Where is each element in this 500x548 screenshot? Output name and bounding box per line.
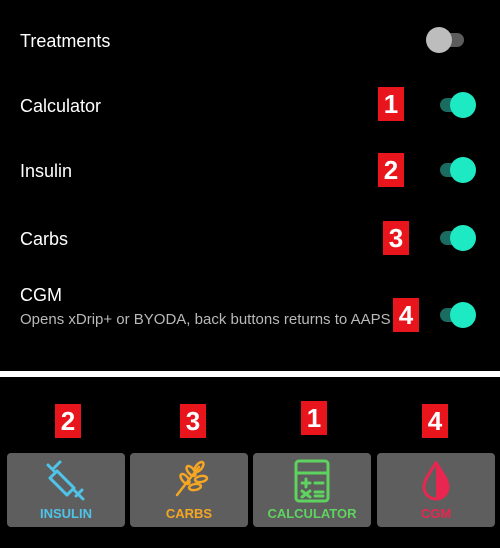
insulin-button-badge: 2 (55, 404, 81, 438)
calculator-button-label: CALCULATOR (267, 506, 357, 521)
calculator-label: Calculator (20, 96, 102, 116)
divider (0, 371, 500, 377)
treatments-label: Treatments (20, 31, 111, 51)
cgm-button-badge: 4 (422, 404, 448, 438)
calculator-button-badge: 1 (301, 401, 327, 435)
carbs-switch[interactable] (436, 225, 476, 251)
calculator-button[interactable]: CALCULATOR (253, 453, 371, 527)
cgm-label: CGM (20, 285, 62, 305)
cgm-button[interactable]: CGM (377, 453, 495, 527)
carbs-button-label: CARBS (165, 506, 213, 521)
syringe-icon (46, 460, 85, 501)
calculator-icon (294, 459, 330, 503)
insulin-button-label: INSULIN (40, 506, 92, 521)
cgm-badge: 4 (393, 298, 419, 332)
carbs-label: Carbs (20, 229, 69, 249)
insulin-switch[interactable] (436, 157, 476, 183)
insulin-label: Insulin (20, 161, 73, 181)
calculator-switch[interactable] (436, 92, 476, 118)
carbs-button[interactable]: CARBS (130, 453, 248, 527)
carbs-button-badge: 3 (180, 404, 206, 438)
cgm-button-label: CGM (420, 506, 452, 521)
blood-drop-icon (422, 460, 450, 501)
treatments-switch[interactable] (426, 27, 466, 53)
insulin-button[interactable]: INSULIN (7, 453, 125, 527)
calculator-badge: 1 (378, 87, 404, 121)
cgm-switch[interactable] (436, 302, 476, 328)
insulin-badge: 2 (378, 153, 404, 187)
carbs-badge: 3 (383, 221, 409, 255)
wheat-icon (175, 460, 209, 497)
cgm-description: Opens xDrip+ or BYODA, back buttons retu… (20, 311, 391, 328)
